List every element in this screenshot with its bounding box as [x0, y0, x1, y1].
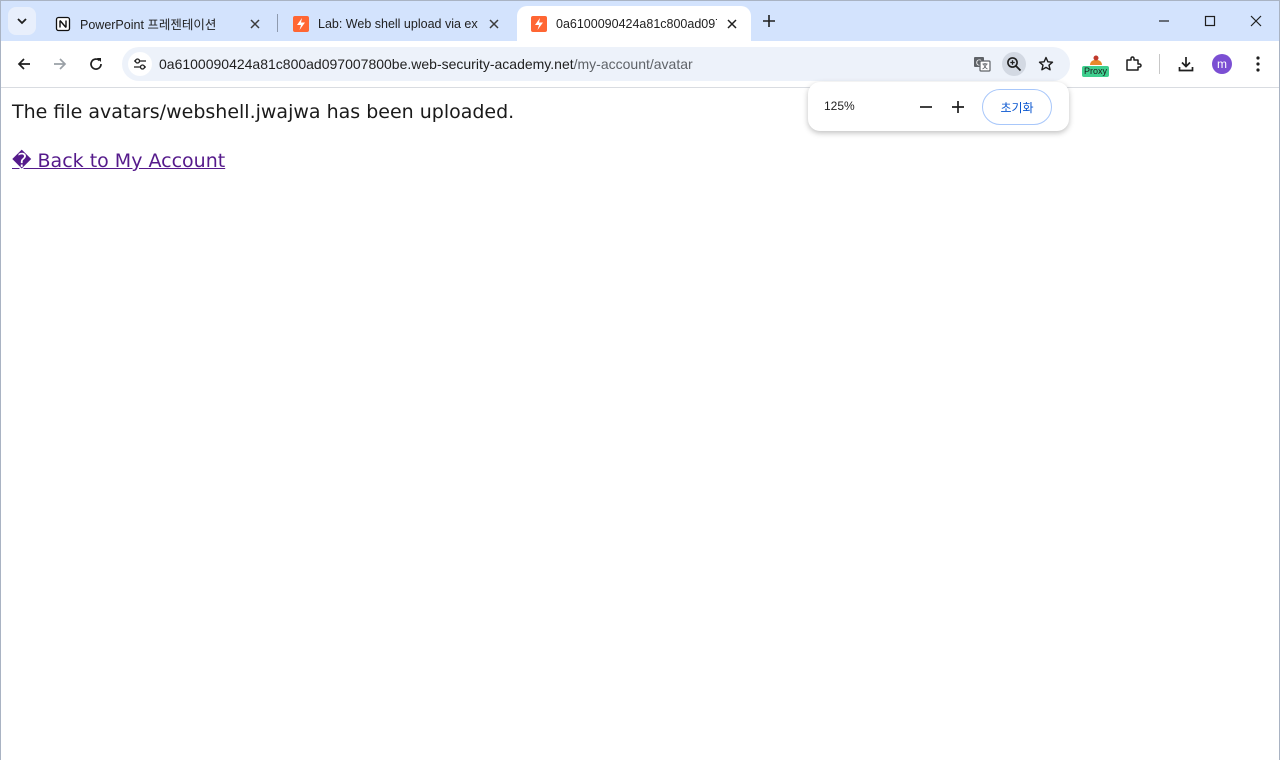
tab-search-button[interactable] — [8, 7, 36, 35]
arrow-right-icon — [54, 58, 67, 70]
close-icon — [1250, 15, 1262, 27]
tab-strip: PowerPoint 프레젠테이션 Lab: Web shell upload … — [1, 1, 1279, 41]
star-icon — [1038, 56, 1054, 71]
page-content: The file avatars/webshell.jwajwa has bee… — [1, 88, 1279, 760]
url-host: 0a6100090424a81c800ad097007800be.web-sec… — [159, 56, 574, 72]
bookmark-button[interactable] — [1034, 52, 1058, 76]
zoom-button[interactable] — [1002, 52, 1026, 76]
browser-menu-button[interactable] — [1247, 52, 1269, 76]
close-tab-icon[interactable] — [484, 14, 503, 34]
translate-button[interactable]: G — [970, 52, 994, 76]
download-icon — [1178, 57, 1194, 72]
url-path: /my-account/avatar — [573, 56, 693, 72]
proxy-icon — [1090, 55, 1102, 65]
translate-icon: G — [974, 57, 991, 72]
notion-icon — [55, 16, 71, 31]
profile-avatar[interactable]: m — [1212, 54, 1232, 74]
zoom-reset-button[interactable]: 초기화 — [982, 89, 1052, 125]
back-to-account-link[interactable]: � Back to My Account — [12, 150, 225, 172]
downloads-button[interactable] — [1173, 51, 1199, 77]
tab-lab[interactable]: Lab: Web shell upload via exte — [279, 6, 513, 41]
plus-icon — [952, 101, 964, 113]
address-bar[interactable]: 0a6100090424a81c800ad097007800be.web-sec… — [122, 47, 1070, 81]
minimize-button[interactable] — [1141, 1, 1187, 41]
close-tab-icon[interactable] — [723, 14, 741, 34]
proxy-extension-button[interactable]: Proxy — [1082, 53, 1110, 77]
profile-initial: m — [1217, 57, 1227, 71]
chevron-down-icon — [17, 18, 27, 25]
zoom-in-icon — [1007, 57, 1022, 72]
plus-icon — [763, 15, 775, 27]
more-vert-icon — [1256, 56, 1260, 72]
browser-window: PowerPoint 프레젠테이션 Lab: Web shell upload … — [0, 0, 1280, 760]
portswigger-icon — [293, 15, 309, 32]
toolbar-separator — [1159, 54, 1160, 74]
zoom-in-button[interactable] — [945, 94, 971, 120]
zoom-out-button[interactable] — [913, 94, 939, 120]
zoom-level: 125% — [824, 99, 855, 113]
portswigger-icon — [531, 15, 547, 32]
tab-title: PowerPoint 프레젠테이션 — [80, 18, 217, 32]
tab-title: Lab: Web shell upload via exte — [318, 16, 479, 31]
maximize-icon — [1204, 15, 1216, 27]
close-window-button[interactable] — [1233, 1, 1279, 41]
back-button[interactable] — [11, 51, 37, 77]
puzzle-icon — [1126, 56, 1142, 71]
zoom-popup: 125% 초기화 — [808, 82, 1069, 131]
tab-current[interactable]: 0a6100090424a81c800ad09700 — [517, 6, 751, 41]
tab-powerpoint[interactable]: PowerPoint 프레젠테이션 — [41, 6, 275, 41]
minimize-icon — [1159, 20, 1169, 22]
new-tab-button[interactable] — [757, 9, 781, 33]
tab-separator — [277, 14, 278, 32]
tune-icon — [134, 58, 146, 70]
url-text[interactable]: 0a6100090424a81c800ad097007800be.web-sec… — [159, 56, 693, 72]
forward-button[interactable] — [47, 51, 73, 77]
reload-button[interactable] — [83, 51, 109, 77]
arrow-left-icon — [17, 58, 30, 70]
minus-icon — [920, 106, 932, 108]
tab-title: 0a6100090424a81c800ad09700 — [556, 16, 717, 31]
site-info-button[interactable] — [128, 52, 152, 76]
extensions-button[interactable] — [1120, 51, 1146, 77]
upload-message: The file avatars/webshell.jwajwa has bee… — [12, 101, 515, 123]
maximize-button[interactable] — [1187, 1, 1233, 41]
reload-icon — [90, 58, 102, 70]
close-tab-icon[interactable] — [245, 14, 265, 34]
proxy-label: Proxy — [1082, 66, 1110, 77]
